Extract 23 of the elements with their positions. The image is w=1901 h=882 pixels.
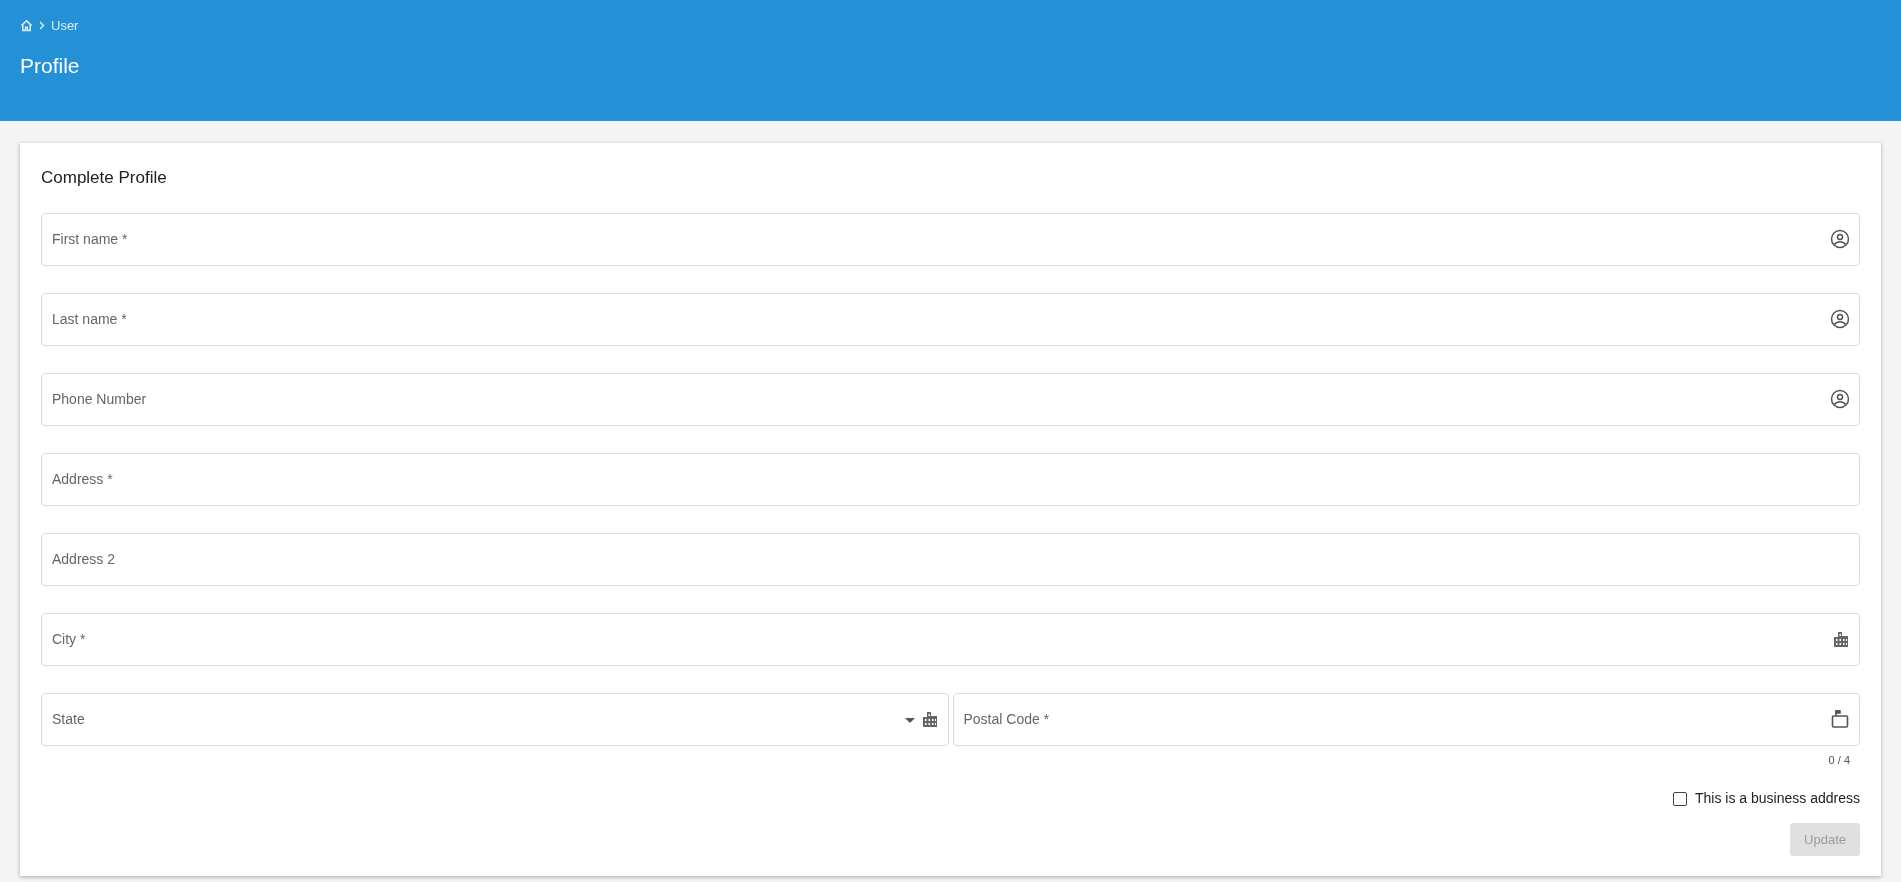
character-counter: 0 / 4 bbox=[1828, 752, 1850, 768]
chevron-icon bbox=[39, 21, 45, 31]
input-field[interactable]: First name * bbox=[41, 212, 1860, 266]
building-icon bbox=[1832, 630, 1850, 648]
user-icon bbox=[1830, 309, 1850, 329]
page-title: Profile bbox=[20, 52, 81, 79]
card-title: Complete Profile bbox=[41, 167, 168, 189]
input-field[interactable]: State bbox=[41, 692, 949, 746]
input-field[interactable]: Phone Number bbox=[41, 372, 1860, 426]
input-field[interactable]: Address * bbox=[41, 452, 1860, 506]
input-field[interactable]: City * bbox=[41, 612, 1860, 666]
breadcrumb-link[interactable]: User bbox=[51, 16, 79, 36]
mailbox-icon bbox=[1830, 709, 1850, 729]
input-field[interactable]: Last name * bbox=[41, 292, 1860, 346]
caret-icon bbox=[904, 718, 915, 724]
checkbox-label: This is a business address bbox=[1695, 789, 1860, 808]
home-icon[interactable] bbox=[20, 19, 33, 33]
building-icon bbox=[920, 710, 939, 728]
user-icon bbox=[1830, 229, 1850, 249]
input-field[interactable]: Postal Code * bbox=[952, 692, 1860, 746]
user-icon bbox=[1830, 389, 1850, 409]
checkbox[interactable] bbox=[1673, 791, 1688, 806]
input-field[interactable]: Address 2 bbox=[41, 532, 1860, 586]
